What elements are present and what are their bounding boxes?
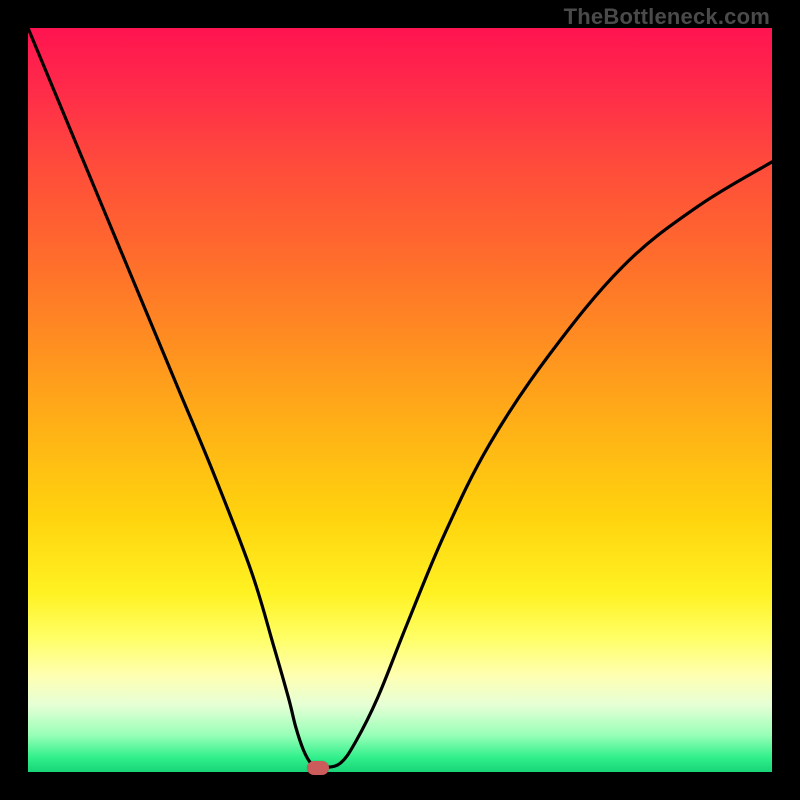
curve-svg: [28, 28, 772, 772]
bottleneck-curve: [28, 28, 772, 768]
plot-area: [28, 28, 772, 772]
watermark-text: TheBottleneck.com: [564, 4, 770, 30]
optimum-marker: [307, 761, 329, 775]
chart-frame: TheBottleneck.com: [0, 0, 800, 800]
